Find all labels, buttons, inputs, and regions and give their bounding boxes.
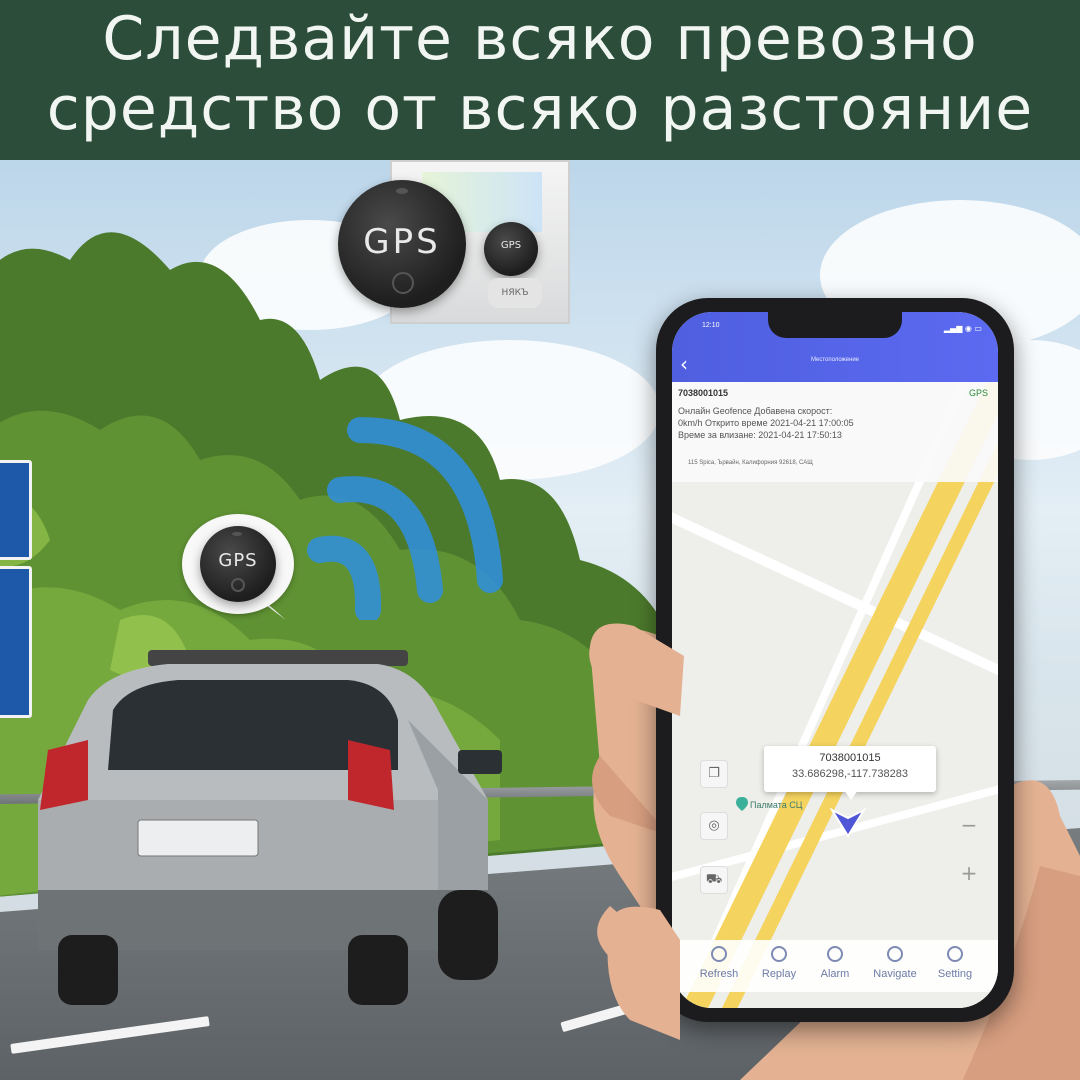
poi-pin-icon — [736, 797, 748, 811]
tab-label: Navigate — [873, 968, 917, 980]
tab-navigate[interactable]: Navigate — [868, 944, 922, 990]
tab-label: Refresh — [699, 968, 739, 980]
speech-bubble: GPS — [182, 514, 294, 614]
gps-small-label: GPS — [500, 240, 522, 251]
setting-icon — [947, 946, 963, 962]
header-banner: Следвайте всяко превозно средство от вся… — [0, 0, 1080, 160]
location-popup[interactable]: 7038001015 33.686298,-117.738283 — [764, 746, 936, 792]
thumb-illustration — [589, 623, 684, 716]
info-line-3: Време за влизане: 2021-04-21 17:50:13 — [678, 430, 842, 440]
replay-icon — [771, 946, 787, 962]
phone-notch — [768, 312, 902, 338]
smartphone: 12:10 ▂▄▆ ◉ ▭ ‹ Местоположение 703800101… — [656, 298, 1014, 1022]
keyring-hole — [232, 532, 242, 536]
tab-refresh[interactable]: Refresh — [692, 944, 746, 990]
device-button — [231, 578, 245, 592]
info-line-1: Онлайн Geofence Добавена скорост: — [678, 406, 833, 416]
gps-status-badge: GPS — [968, 388, 988, 398]
device-button — [392, 272, 414, 294]
refresh-icon — [711, 946, 727, 962]
app-title: Местоположение — [810, 357, 860, 363]
zoom-out-button[interactable]: − — [956, 812, 982, 838]
tab-setting[interactable]: Setting — [928, 944, 982, 990]
car-mode-icon[interactable]: ⛟ — [700, 866, 728, 894]
vehicle-location-icon[interactable] — [830, 806, 866, 840]
bottom-tab-bar: Refresh Replay Alarm Navigate Setting — [672, 940, 998, 992]
zoom-in-button[interactable]: + — [956, 860, 982, 886]
gps-large-label: GPS — [363, 222, 441, 262]
tab-label: Replay — [761, 968, 797, 980]
popup-coordinates: 33.686298,-117.738283 — [791, 768, 908, 780]
status-signal-icons: ▂▄▆ ◉ ▭ — [943, 324, 982, 333]
gps-bubble-label: GPS — [218, 550, 258, 571]
package-text: НЯКЪ — [488, 278, 542, 308]
device-id: 7038001015 — [678, 388, 729, 398]
locate-icon[interactable]: ◎ — [700, 812, 728, 840]
alarm-icon — [827, 946, 843, 962]
road-sign — [0, 460, 32, 560]
gps-tracker-small: GPS — [484, 222, 538, 276]
popup-device-id: 7038001015 — [819, 752, 881, 764]
keyring-hole — [396, 188, 408, 194]
headline-line-1: Следвайте всяко превозно — [102, 4, 978, 74]
gps-tracker-large: GPS — [338, 180, 466, 308]
status-time: 12:10 — [702, 322, 720, 329]
promo-scene: GPS НЯКЪ GPS GPS 12:10 ▂▄▆ ◉ ▭ ‹ Местопо… — [0, 160, 1080, 1080]
poi-label: Палмата СЦ — [750, 800, 803, 810]
device-info-panel: 7038001015 GPS Онлайн Geofence Добавена … — [672, 382, 998, 482]
tab-alarm[interactable]: Alarm — [808, 944, 862, 990]
signal-waves-icon — [307, 417, 503, 620]
gps-tracker-bubble: GPS — [200, 526, 276, 602]
layers-icon[interactable]: ❐ — [700, 760, 728, 788]
tab-label: Alarm — [820, 968, 850, 980]
suv-car-illustration — [38, 650, 502, 1005]
navigate-icon — [887, 946, 903, 962]
phone-screen: 12:10 ▂▄▆ ◉ ▭ ‹ Местоположение 703800101… — [672, 312, 998, 1008]
tab-label: Setting — [937, 968, 973, 980]
device-address: 115 Spica, Ървайн, Калифорния 92618, САЩ — [688, 460, 813, 466]
info-line-2: 0km/h Открито време 2021-04-21 17:00:05 — [678, 418, 854, 428]
finger-illustration — [607, 906, 680, 1040]
tab-replay[interactable]: Replay — [752, 944, 806, 990]
headline-line-2: средство от всяко разстояние — [46, 74, 1034, 144]
